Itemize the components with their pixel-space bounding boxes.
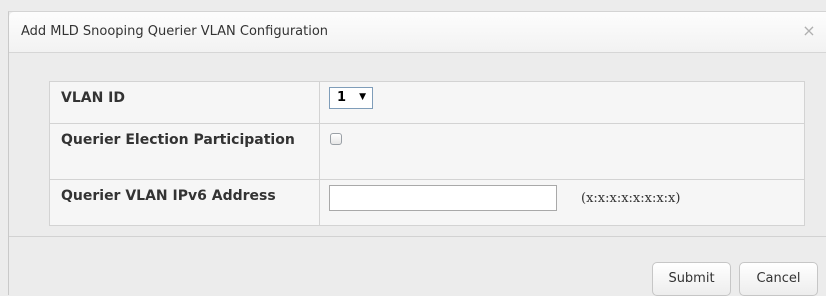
dropdown-arrow-icon: ▼ [359, 92, 366, 102]
dialog-titlebar: Add MLD Snooping Querier VLAN Configurat… [9, 12, 826, 53]
configuration-form-table: VLAN ID 1 ▼ Querier Election Participati… [49, 81, 805, 226]
dialog-title: Add MLD Snooping Querier VLAN Configurat… [21, 24, 329, 39]
ipv6-address-value-cell: (x:x:x:x:x:x:x:x) [319, 179, 805, 226]
vlan-id-select[interactable]: 1 ▼ [329, 87, 373, 109]
add-mld-querier-vlan-dialog: Add MLD Snooping Querier VLAN Configurat… [8, 11, 826, 296]
vlan-id-row: VLAN ID 1 ▼ [49, 81, 805, 124]
querier-election-row: Querier Election Participation [49, 123, 805, 180]
vlan-id-value-cell: 1 ▼ [319, 81, 805, 124]
querier-election-checkbox[interactable] [330, 133, 342, 145]
close-icon[interactable]: × [801, 22, 817, 40]
footer-divider [9, 236, 826, 237]
ipv6-address-input[interactable] [329, 185, 557, 211]
querier-election-value-cell [319, 123, 805, 180]
ipv6-address-row: Querier VLAN IPv6 Address (x:x:x:x:x:x:x… [49, 179, 805, 226]
cancel-button[interactable]: Cancel [739, 262, 818, 296]
vlan-id-selected-value: 1 [337, 90, 347, 105]
vlan-id-label: VLAN ID [49, 81, 320, 124]
submit-button[interactable]: Submit [652, 262, 731, 296]
querier-election-label: Querier Election Participation [49, 123, 320, 180]
ipv6-format-hint: (x:x:x:x:x:x:x:x) [581, 191, 681, 206]
ipv6-address-label: Querier VLAN IPv6 Address [49, 179, 320, 226]
